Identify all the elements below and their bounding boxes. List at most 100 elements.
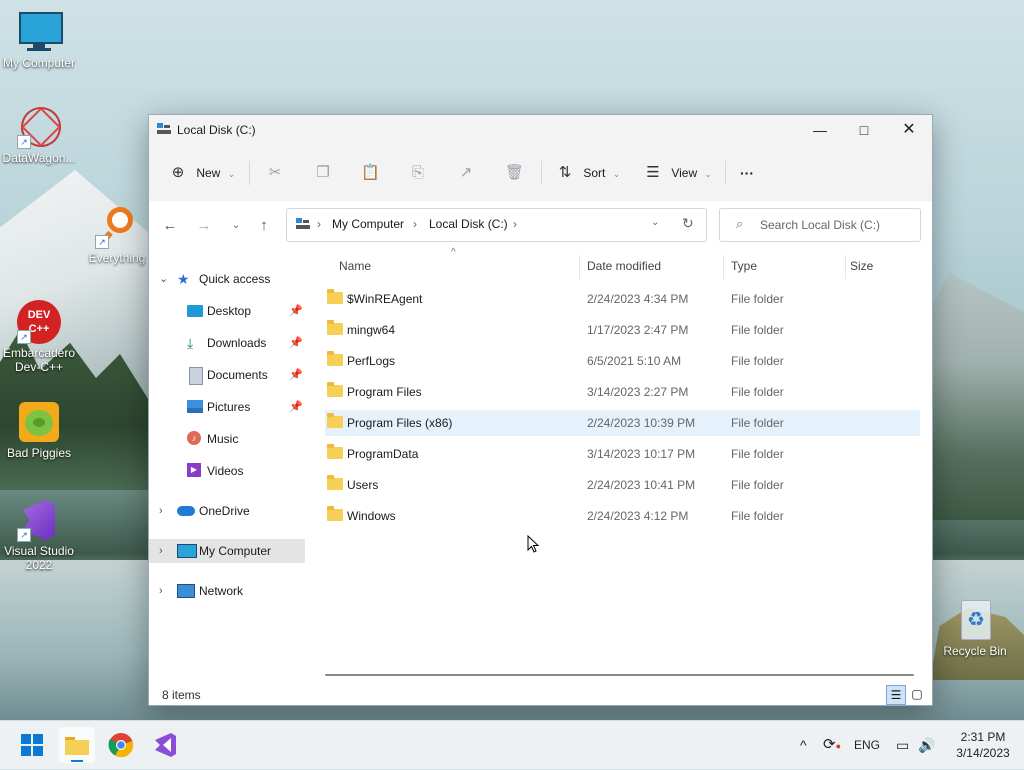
horizontal-scrollbar[interactable] xyxy=(325,674,914,676)
table-row[interactable]: Users 2/24/2023 10:41 PM File folder xyxy=(325,472,920,498)
breadcrumb-my-computer[interactable]: My Computer xyxy=(332,217,404,231)
address-dropdown-icon[interactable]: ⌄ xyxy=(651,217,659,228)
table-row[interactable]: PerfLogs 6/5/2021 5:10 AM File folder xyxy=(325,348,920,374)
star-icon: ★ xyxy=(177,271,190,287)
pin-icon[interactable]: 📌 xyxy=(289,299,303,323)
large-icons-view-button[interactable]: ▢ xyxy=(908,685,926,703)
minimize-button[interactable]: — xyxy=(797,115,843,145)
row-date: 1/17/2023 2:47 PM xyxy=(587,323,689,337)
cut-button[interactable]: ✂ xyxy=(266,161,284,185)
row-type: File folder xyxy=(731,478,784,492)
address-bar[interactable]: › My Computer › Local Disk (C:) › ⌄ ↻ xyxy=(286,208,707,242)
start-button[interactable] xyxy=(14,727,50,763)
pin-icon[interactable]: 📌 xyxy=(289,363,303,387)
recent-locations-button[interactable]: ⌄ xyxy=(224,214,248,238)
chevron-down-icon: ⌄ xyxy=(704,169,713,179)
maximize-button[interactable]: □ xyxy=(841,115,887,145)
row-name: Windows xyxy=(347,509,396,523)
taskbar-visual-studio[interactable] xyxy=(147,727,183,763)
sidebar-item-downloads[interactable]: ⤓ Downloads 📌 xyxy=(149,331,305,355)
back-button[interactable]: ← xyxy=(158,214,182,238)
table-row[interactable]: Program Files 3/14/2023 2:27 PM File fol… xyxy=(325,379,920,405)
view-button[interactable]: ☰ View ⌄ xyxy=(644,161,712,185)
desktop-icon-bad-piggies[interactable]: Bad Piggies xyxy=(0,400,81,460)
sync-alert-icon[interactable]: ⟳● xyxy=(823,721,841,769)
column-separator[interactable] xyxy=(579,255,580,279)
language-indicator[interactable]: ENG xyxy=(854,721,880,769)
sidebar-label: Downloads xyxy=(207,336,267,350)
up-button[interactable]: ↑ xyxy=(252,214,276,238)
command-bar: ⊕ New ⌄ ✂ ❐ 📋 ⎘ ↗ 🗑 ⇅ Sort ⌄ ☰ View ⌄ ··… xyxy=(149,145,932,202)
desktop-icon-visual-studio[interactable]: ↗ Visual Studio 2022 xyxy=(0,498,81,572)
sidebar-item-documents[interactable]: Documents 📌 xyxy=(149,363,305,387)
sort-ascending-icon: ^ xyxy=(451,247,456,258)
column-header-date[interactable]: Date modified xyxy=(587,249,661,283)
sidebar-item-network[interactable]: › Network xyxy=(149,579,305,603)
table-row[interactable]: mingw64 1/17/2023 2:47 PM File folder xyxy=(325,317,920,343)
delete-button[interactable]: 🗑 xyxy=(505,161,524,185)
desktop-icon-devcpp[interactable]: DEV C++ ↗ Embarcadero Dev-C++ xyxy=(0,300,81,374)
visual-studio-icon: ↗ xyxy=(17,498,61,542)
desktop-icon-label: Embarcadero Dev-C++ xyxy=(2,346,76,374)
table-row[interactable]: ProgramData 3/14/2023 10:17 PM File fold… xyxy=(325,441,920,467)
sidebar-label: Videos xyxy=(207,464,244,478)
rename-button[interactable]: ⎘ xyxy=(409,161,427,185)
sidebar-item-my-computer[interactable]: › My Computer xyxy=(149,539,305,563)
title-bar[interactable]: Local Disk (C:) — □ ✕ xyxy=(149,115,932,145)
clock[interactable]: 2:31 PM 3/14/2023 xyxy=(948,729,1018,761)
sidebar-item-music[interactable]: ♪ Music xyxy=(149,427,305,451)
folder-icon xyxy=(327,320,343,335)
paste-button[interactable]: 📋 xyxy=(361,161,380,185)
monitor-icon xyxy=(17,10,63,54)
chevron-down-icon: ⌄ xyxy=(227,169,236,179)
sidebar-label: My Computer xyxy=(199,544,272,558)
item-count: 8 items xyxy=(162,688,201,702)
refresh-icon[interactable]: ↻ xyxy=(682,215,694,232)
desktop-icon-recycle-bin[interactable]: ♻ Recycle Bin xyxy=(933,598,1017,658)
desktop-icon-label: My Computer xyxy=(2,56,76,70)
column-separator[interactable] xyxy=(845,255,846,279)
close-button[interactable]: ✕ xyxy=(886,115,932,145)
desktop-folder-icon xyxy=(187,305,203,317)
pin-icon[interactable]: 📌 xyxy=(289,395,303,419)
table-row[interactable]: Windows 2/24/2023 4:12 PM File folder xyxy=(325,503,920,529)
share-button[interactable]: ↗ xyxy=(457,161,475,185)
desktop-icon-label: Bad Piggies xyxy=(6,446,72,460)
mouse-cursor-icon xyxy=(527,535,540,553)
shortcut-arrow-icon: ↗ xyxy=(17,330,31,344)
show-hidden-icons-button[interactable]: ^ xyxy=(800,721,807,769)
breadcrumb-local-disk[interactable]: Local Disk (C:) xyxy=(429,217,508,231)
sidebar-item-quick-access[interactable]: ⌄ ★ Quick access xyxy=(149,267,305,291)
sort-label: Sort xyxy=(583,166,606,180)
column-header-size[interactable]: Size xyxy=(850,249,873,283)
sidebar-item-videos[interactable]: ▶ Videos xyxy=(149,459,305,483)
table-row[interactable]: $WinREAgent 2/24/2023 4:34 PM File folde… xyxy=(325,286,920,312)
taskbar-chrome[interactable] xyxy=(103,727,139,763)
network-status-icon[interactable]: ▭ xyxy=(896,721,909,769)
row-type: File folder xyxy=(731,416,784,430)
sidebar-item-desktop[interactable]: Desktop 📌 xyxy=(149,299,305,323)
details-view-button[interactable]: ☰ xyxy=(886,685,906,705)
clock-date: 3/14/2023 xyxy=(956,746,1010,760)
column-header-name[interactable]: Name xyxy=(339,249,371,283)
copy-button[interactable]: ❐ xyxy=(314,161,332,185)
more-options-button[interactable]: ··· xyxy=(740,161,754,185)
pin-icon[interactable]: 📌 xyxy=(289,331,303,355)
column-separator[interactable] xyxy=(723,255,724,279)
desktop-icon-my-computer[interactable]: My Computer xyxy=(0,10,81,70)
taskbar-file-explorer[interactable] xyxy=(59,727,95,763)
sort-button[interactable]: ⇅ Sort ⌄ xyxy=(556,161,621,185)
volume-icon[interactable]: 🔊 xyxy=(918,721,935,769)
table-row[interactable]: Program Files (x86) 2/24/2023 10:39 PM F… xyxy=(325,410,920,436)
new-button[interactable]: ⊕ New ⌄ xyxy=(169,161,236,185)
row-date: 2/24/2023 4:12 PM xyxy=(587,509,689,523)
forward-button[interactable]: → xyxy=(192,214,216,238)
search-box[interactable]: ⌕ Search Local Disk (C:) xyxy=(719,208,921,242)
column-header-type[interactable]: Type xyxy=(731,249,757,283)
sidebar-item-pictures[interactable]: Pictures 📌 xyxy=(149,395,305,419)
desktop-icon-everything[interactable]: ↗ Everything xyxy=(75,205,159,265)
file-explorer-window[interactable]: Local Disk (C:) — □ ✕ ⊕ New ⌄ ✂ ❐ 📋 ⎘ ↗ … xyxy=(148,114,933,706)
desktop-icon-datawagon[interactable]: ↗ DataWagon... xyxy=(0,101,81,165)
sidebar-item-onedrive[interactable]: › OneDrive xyxy=(149,499,305,523)
search-input[interactable]: Search Local Disk (C:) xyxy=(760,218,880,232)
